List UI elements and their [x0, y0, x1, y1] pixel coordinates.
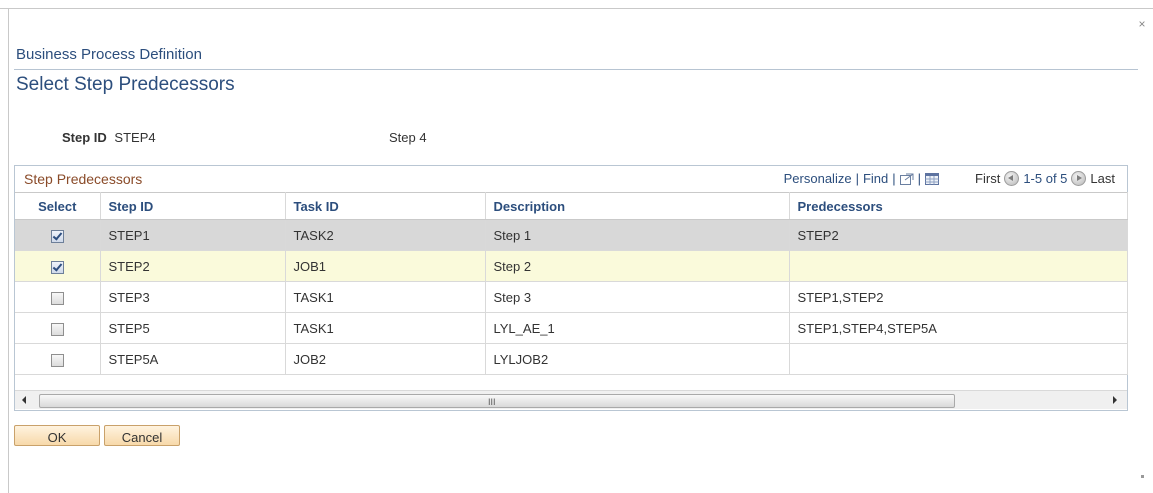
table-header-row: Select Step ID Task ID Description Prede…: [15, 192, 1128, 220]
download-spreadsheet-icon[interactable]: [925, 172, 940, 185]
predecessors-cell: STEP2: [789, 219, 1128, 251]
page-title: Select Step Predecessors: [16, 74, 235, 95]
select-cell: [15, 343, 101, 375]
new-window-icon[interactable]: [899, 173, 914, 185]
step-id-cell: STEP3: [100, 281, 286, 313]
table-row[interactable]: STEP3 TASK1 Step 3 STEP1,STEP2: [15, 281, 1128, 313]
title-divider: [14, 69, 1138, 70]
column-header-predecessors: Predecessors: [789, 192, 1128, 220]
predecessors-cell: [789, 343, 1128, 375]
predecessors-cell: [789, 250, 1128, 282]
table-row[interactable]: STEP1 TASK2 Step 1 STEP2: [15, 219, 1128, 251]
column-header-step-id: Step ID: [100, 192, 286, 220]
select-checkbox[interactable]: [50, 322, 64, 336]
step-id-field: Step ID STEP4: [62, 130, 156, 145]
first-label: First: [975, 171, 1001, 186]
description-cell: Step 1: [485, 219, 790, 251]
nav-separator: |: [917, 171, 922, 186]
close-icon[interactable]: ×: [1135, 17, 1149, 31]
select-checkbox[interactable]: [50, 229, 64, 243]
scroll-right-icon[interactable]: [1113, 396, 1117, 404]
step-id-cell: STEP2: [100, 250, 286, 282]
task-id-cell: TASK1: [285, 281, 486, 313]
predecessors-cell: STEP1,STEP2: [789, 281, 1128, 313]
page-range: 1-5 of 5: [1023, 171, 1068, 186]
find-link[interactable]: Find: [863, 171, 888, 186]
select-cell: [15, 312, 101, 344]
ok-button[interactable]: OK: [14, 425, 100, 446]
step-id-cell: STEP1: [100, 219, 286, 251]
step-description: Step 4: [389, 130, 427, 145]
select-checkbox[interactable]: [50, 260, 64, 274]
select-cell: [15, 250, 101, 282]
cancel-button[interactable]: Cancel: [104, 425, 180, 446]
scrollbar-thumb[interactable]: III: [39, 394, 955, 408]
predecessors-cell: STEP1,STEP4,STEP5A: [789, 312, 1128, 344]
step-id-value: STEP4: [114, 130, 156, 145]
nav-separator: |: [855, 171, 859, 186]
table-row[interactable]: STEP5 TASK1 LYL_AE_1 STEP1,STEP4,STEP5A: [15, 312, 1128, 344]
table-row[interactable]: STEP2 JOB1 Step 2: [15, 250, 1128, 282]
scrollbar-grip: III: [488, 397, 496, 407]
nav-separator: |: [892, 171, 896, 186]
scroll-left-icon[interactable]: [22, 396, 26, 404]
last-label: Last: [1090, 171, 1115, 186]
breadcrumb: Business Process Definition: [16, 46, 202, 63]
window-top-border: [0, 8, 1153, 9]
next-page-icon[interactable]: [1071, 171, 1087, 186]
task-id-cell: TASK2: [285, 219, 486, 251]
predecessors-table: Select Step ID Task ID Description Prede…: [15, 192, 1128, 375]
step-id-label: Step ID: [62, 130, 107, 145]
select-checkbox[interactable]: [50, 353, 64, 367]
window-left-border: [8, 8, 9, 493]
previous-page-icon[interactable]: [1004, 171, 1020, 186]
horizontal-scrollbar[interactable]: III: [15, 390, 1127, 409]
column-header-select: Select: [15, 192, 101, 220]
description-cell: LYLJOB2: [485, 343, 790, 375]
grid-header: Step Predecessors Personalize | Find | |: [15, 166, 1127, 191]
task-id-cell: JOB2: [285, 343, 486, 375]
description-cell: Step 2: [485, 250, 790, 282]
step-predecessors-grid: Step Predecessors Personalize | Find | |: [14, 165, 1128, 411]
description-cell: LYL_AE_1: [485, 312, 790, 344]
task-id-cell: TASK1: [285, 312, 486, 344]
description-cell: Step 3: [485, 281, 790, 313]
select-cell: [15, 219, 101, 251]
personalize-link[interactable]: Personalize: [784, 171, 852, 186]
table-row[interactable]: STEP5A JOB2 LYLJOB2: [15, 343, 1128, 375]
task-id-cell: JOB1: [285, 250, 486, 282]
grid-navigation: Personalize | Find | | First 1-5 of 5 La…: [784, 171, 1115, 186]
column-header-task-id: Task ID: [285, 192, 486, 220]
step-id-cell: STEP5A: [100, 343, 286, 375]
grid-title: Step Predecessors: [24, 171, 143, 187]
resize-handle[interactable]: [1141, 475, 1144, 478]
select-cell: [15, 281, 101, 313]
step-id-cell: STEP5: [100, 312, 286, 344]
select-checkbox[interactable]: [50, 291, 64, 305]
column-header-description: Description: [485, 192, 790, 220]
